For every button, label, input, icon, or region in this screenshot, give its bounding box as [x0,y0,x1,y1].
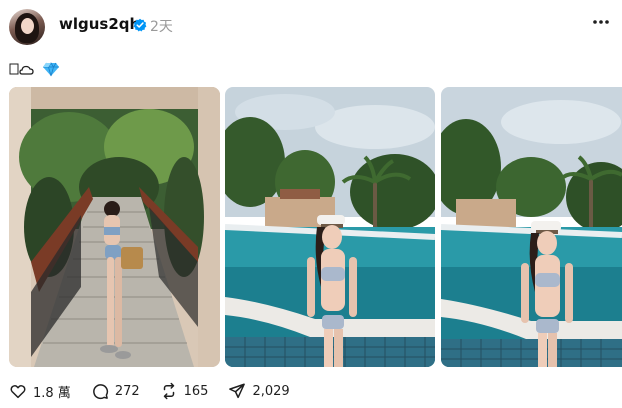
post-photo-1[interactable] [9,87,220,367]
heart-icon [10,385,26,399]
gem-icon [43,62,59,77]
share-button[interactable]: 2,029 [228,382,290,400]
comment-button[interactable]: 272 [91,382,140,400]
post-caption [9,60,60,78]
verified-badge-icon [133,18,147,32]
post-photo-3[interactable] [441,87,622,367]
comment-icon [92,384,108,400]
post-actions: 1.8 萬 272 165 2,029 [9,380,310,402]
like-count: 1.8 萬 [33,385,71,401]
more-options-icon[interactable] [592,19,610,25]
send-icon [229,383,246,399]
repost-count: 165 [183,383,209,399]
comment-count: 272 [114,383,140,399]
repost-button[interactable]: 165 [160,382,209,400]
post-time: 2天 [150,19,173,35]
like-button[interactable]: 1.8 萬 [9,382,71,401]
post-photo-2[interactable] [225,87,435,367]
username[interactable]: wlgus2qh [59,15,140,33]
cloud-icon [9,63,34,75]
avatar[interactable] [9,9,45,45]
repost-icon [163,382,174,400]
share-count: 2,029 [252,383,290,399]
